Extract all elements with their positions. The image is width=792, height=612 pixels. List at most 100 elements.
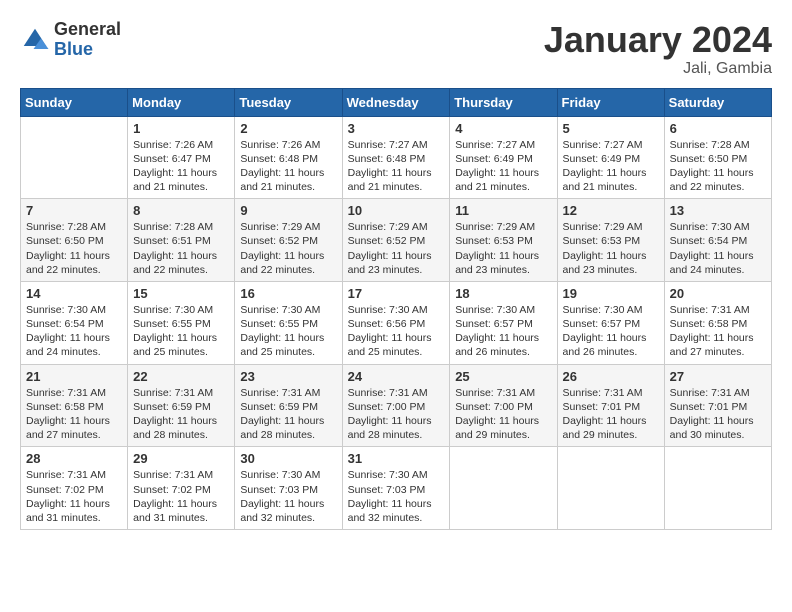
day-info: Sunrise: 7:30 AM Sunset: 6:56 PM Dayligh…: [348, 303, 445, 360]
header-tuesday: Tuesday: [235, 88, 342, 116]
day-info: Sunrise: 7:30 AM Sunset: 7:03 PM Dayligh…: [348, 468, 445, 525]
day-info: Sunrise: 7:30 AM Sunset: 7:03 PM Dayligh…: [240, 468, 336, 525]
header-wednesday: Wednesday: [342, 88, 450, 116]
calendar-cell: 29 Sunrise: 7:31 AM Sunset: 7:02 PM Dayli…: [128, 447, 235, 530]
calendar-cell: [557, 447, 664, 530]
day-number: 15: [133, 286, 229, 301]
calendar-cell: 2Sunrise: 7:26 AM Sunset: 6:48 PM Daylig…: [235, 116, 342, 199]
calendar-cell: 24Sunrise: 7:31 AM Sunset: 7:00 PM Dayli…: [342, 364, 450, 447]
calendar-cell: 14 Sunrise: 7:30 AM Sunset: 6:54 PM Dayli…: [21, 281, 128, 364]
day-number: 19: [563, 286, 659, 301]
day-number: 30: [240, 451, 336, 466]
calendar-cell: 17 Sunrise: 7:30 AM Sunset: 6:56 PM Dayli…: [342, 281, 450, 364]
day-number: 28: [26, 451, 122, 466]
day-info: Sunrise: 7:31 AM Sunset: 7:02 PM Dayligh…: [133, 468, 229, 525]
header-friday: Friday: [557, 88, 664, 116]
day-info: Sunrise: 7:30 AM Sunset: 6:55 PM Dayligh…: [133, 303, 229, 360]
day-info: Sunrise: 7:31 AM Sunset: 6:59 PM Dayligh…: [133, 386, 229, 443]
day-info: Sunrise: 7:29 AM Sunset: 6:53 PM Dayligh…: [563, 220, 659, 277]
day-number: 14: [26, 286, 122, 301]
calendar-cell: 8 Sunrise: 7:28 AM Sunset: 6:51 PM Daylig…: [128, 199, 235, 282]
day-info: Sunrise: 7:28 AM Sunset: 6:50 PM Dayligh…: [670, 138, 766, 195]
day-info: Sunrise: 7:31 AM Sunset: 7:01 PM Dayligh…: [563, 386, 659, 443]
day-number: 16: [240, 286, 336, 301]
calendar-cell: 30 Sunrise: 7:30 AM Sunset: 7:03 PM Dayli…: [235, 447, 342, 530]
day-info: Sunrise: 7:30 AM Sunset: 6:55 PM Dayligh…: [240, 303, 336, 360]
title-block: January 2024 Jali, Gambia: [544, 20, 772, 78]
day-info: Sunrise: 7:31 AM Sunset: 7:02 PM Dayligh…: [26, 468, 122, 525]
calendar-cell: 7 Sunrise: 7:28 AM Sunset: 6:50 PM Daylig…: [21, 199, 128, 282]
header-monday: Monday: [128, 88, 235, 116]
day-number: 13: [670, 203, 766, 218]
week-row-1: 1 Sunrise: 7:26 AM Sunset: 6:47 PM Daylig…: [21, 116, 772, 199]
calendar-cell: 31Sunrise: 7:30 AM Sunset: 7:03 PM Dayli…: [342, 447, 450, 530]
week-row-4: 21Sunrise: 7:31 AM Sunset: 6:58 PM Dayli…: [21, 364, 772, 447]
day-number: 18: [455, 286, 551, 301]
calendar-title: January 2024: [544, 20, 772, 60]
day-info: Sunrise: 7:31 AM Sunset: 6:59 PM Dayligh…: [240, 386, 336, 443]
header-row: SundayMondayTuesdayWednesdayThursdayFrid…: [21, 88, 772, 116]
day-number: 17: [348, 286, 445, 301]
calendar-cell: 6Sunrise: 7:28 AM Sunset: 6:50 PM Daylig…: [664, 116, 771, 199]
day-number: 5: [563, 121, 659, 136]
calendar-cell: 20Sunrise: 7:31 AM Sunset: 6:58 PM Dayli…: [664, 281, 771, 364]
day-info: Sunrise: 7:26 AM Sunset: 6:47 PM Dayligh…: [133, 138, 229, 195]
day-number: 12: [563, 203, 659, 218]
day-info: Sunrise: 7:29 AM Sunset: 6:53 PM Dayligh…: [455, 220, 551, 277]
header-saturday: Saturday: [664, 88, 771, 116]
day-info: Sunrise: 7:31 AM Sunset: 6:58 PM Dayligh…: [670, 303, 766, 360]
day-info: Sunrise: 7:31 AM Sunset: 7:00 PM Dayligh…: [455, 386, 551, 443]
calendar-cell: [450, 447, 557, 530]
calendar-cell: 3 Sunrise: 7:27 AM Sunset: 6:48 PM Daylig…: [342, 116, 450, 199]
week-row-3: 14 Sunrise: 7:30 AM Sunset: 6:54 PM Dayli…: [21, 281, 772, 364]
calendar-cell: 12 Sunrise: 7:29 AM Sunset: 6:53 PM Dayli…: [557, 199, 664, 282]
day-info: Sunrise: 7:27 AM Sunset: 6:48 PM Dayligh…: [348, 138, 445, 195]
calendar-cell: [21, 116, 128, 199]
calendar-cell: 9Sunrise: 7:29 AM Sunset: 6:52 PM Daylig…: [235, 199, 342, 282]
week-row-5: 28 Sunrise: 7:31 AM Sunset: 7:02 PM Dayli…: [21, 447, 772, 530]
calendar-cell: 10Sunrise: 7:29 AM Sunset: 6:52 PM Dayli…: [342, 199, 450, 282]
day-number: 21: [26, 369, 122, 384]
day-number: 3: [348, 121, 445, 136]
day-number: 26: [563, 369, 659, 384]
day-number: 24: [348, 369, 445, 384]
week-row-2: 7 Sunrise: 7:28 AM Sunset: 6:50 PM Daylig…: [21, 199, 772, 282]
calendar-header: SundayMondayTuesdayWednesdayThursdayFrid…: [21, 88, 772, 116]
calendar-cell: 27 Sunrise: 7:31 AM Sunset: 7:01 PM Dayli…: [664, 364, 771, 447]
day-number: 25: [455, 369, 551, 384]
calendar-cell: 1 Sunrise: 7:26 AM Sunset: 6:47 PM Daylig…: [128, 116, 235, 199]
calendar-cell: 11 Sunrise: 7:29 AM Sunset: 6:53 PM Dayli…: [450, 199, 557, 282]
day-number: 29: [133, 451, 229, 466]
calendar-body: 1 Sunrise: 7:26 AM Sunset: 6:47 PM Daylig…: [21, 116, 772, 529]
calendar-cell: 23 Sunrise: 7:31 AM Sunset: 6:59 PM Dayli…: [235, 364, 342, 447]
calendar-cell: 4 Sunrise: 7:27 AM Sunset: 6:49 PM Daylig…: [450, 116, 557, 199]
day-number: 23: [240, 369, 336, 384]
day-info: Sunrise: 7:27 AM Sunset: 6:49 PM Dayligh…: [455, 138, 551, 195]
day-number: 1: [133, 121, 229, 136]
day-number: 4: [455, 121, 551, 136]
day-info: Sunrise: 7:28 AM Sunset: 6:51 PM Dayligh…: [133, 220, 229, 277]
logo-blue-text: Blue: [54, 40, 121, 60]
calendar-cell: 25 Sunrise: 7:31 AM Sunset: 7:00 PM Dayli…: [450, 364, 557, 447]
calendar-cell: 28 Sunrise: 7:31 AM Sunset: 7:02 PM Dayli…: [21, 447, 128, 530]
day-number: 11: [455, 203, 551, 218]
day-number: 7: [26, 203, 122, 218]
day-number: 8: [133, 203, 229, 218]
day-info: Sunrise: 7:31 AM Sunset: 7:01 PM Dayligh…: [670, 386, 766, 443]
calendar-cell: 15 Sunrise: 7:30 AM Sunset: 6:55 PM Dayli…: [128, 281, 235, 364]
calendar-cell: 5 Sunrise: 7:27 AM Sunset: 6:49 PM Daylig…: [557, 116, 664, 199]
day-number: 27: [670, 369, 766, 384]
day-info: Sunrise: 7:27 AM Sunset: 6:49 PM Dayligh…: [563, 138, 659, 195]
header-thursday: Thursday: [450, 88, 557, 116]
calendar-cell: [664, 447, 771, 530]
day-info: Sunrise: 7:28 AM Sunset: 6:50 PM Dayligh…: [26, 220, 122, 277]
calendar-table: SundayMondayTuesdayWednesdayThursdayFrid…: [20, 88, 772, 530]
day-info: Sunrise: 7:30 AM Sunset: 6:54 PM Dayligh…: [26, 303, 122, 360]
day-info: Sunrise: 7:29 AM Sunset: 6:52 PM Dayligh…: [240, 220, 336, 277]
day-number: 22: [133, 369, 229, 384]
calendar-cell: 16 Sunrise: 7:30 AM Sunset: 6:55 PM Dayli…: [235, 281, 342, 364]
calendar-subtitle: Jali, Gambia: [544, 60, 772, 78]
calendar-cell: 18Sunrise: 7:30 AM Sunset: 6:57 PM Dayli…: [450, 281, 557, 364]
day-number: 2: [240, 121, 336, 136]
calendar-cell: 13Sunrise: 7:30 AM Sunset: 6:54 PM Dayli…: [664, 199, 771, 282]
